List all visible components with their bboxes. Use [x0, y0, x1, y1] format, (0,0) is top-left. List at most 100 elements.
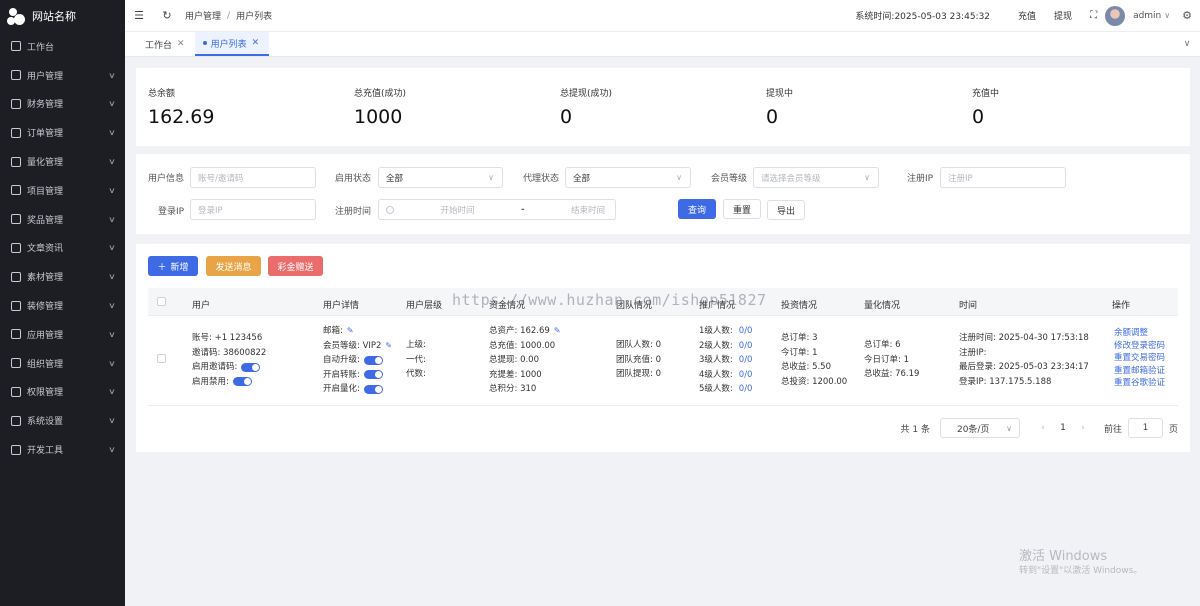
chevron-down-icon: ∨	[108, 387, 116, 397]
promo-level-value[interactable]: 0/0	[739, 324, 753, 339]
edit-icon[interactable]: ✎	[385, 339, 392, 354]
sidebar-item[interactable]: 用户管理 ∨	[0, 61, 125, 90]
withdraw-link[interactable]: 提现	[1054, 9, 1072, 22]
stat-value: 0	[766, 106, 779, 128]
chevron-down-icon: ∨	[864, 173, 870, 182]
team-withdraw: 团队提现: 0	[616, 369, 661, 379]
end-time-input[interactable]: 结束时间	[571, 204, 605, 216]
invite-toggle[interactable]	[241, 362, 261, 372]
logo[interactable]: 网站名称	[0, 0, 125, 32]
reg-ip-input[interactable]: 注册IP	[940, 167, 1066, 188]
next-page-icon[interactable]: ›	[1074, 423, 1092, 433]
edit-icon[interactable]: ✎	[347, 324, 354, 339]
adjust-balance-link[interactable]: 余额调整	[1114, 327, 1165, 340]
prev-page-icon[interactable]: ‹	[1034, 423, 1052, 433]
login-ip-input[interactable]: 登录IP	[190, 199, 316, 220]
page-number[interactable]: 1	[1052, 423, 1074, 433]
refresh-icon[interactable]: ↻	[153, 9, 181, 22]
last-login: 最后登录: 2025-05-03 23:34:17	[959, 362, 1089, 372]
tab-dashboard[interactable]: 工作台 ✕	[125, 32, 195, 56]
cell-time: 注册时间: 2025-04-30 17:53:18 注册IP: 最后登录: 20…	[959, 331, 1089, 389]
promo-level-value[interactable]: 0/0	[739, 368, 753, 383]
level-select[interactable]: 请选择会员等级 ∨	[753, 167, 879, 188]
image-icon	[11, 271, 21, 282]
auto-upgrade-toggle[interactable]	[363, 355, 383, 365]
promo-level-value[interactable]: 0/0	[739, 339, 753, 354]
settings-icon[interactable]: ⚙	[1182, 9, 1192, 22]
promo-level-value[interactable]: 0/0	[739, 353, 753, 368]
transfer-toggle[interactable]	[363, 370, 383, 380]
reset-trade-password-link[interactable]: 重置交易密码	[1114, 352, 1165, 365]
reset-google-verify-link[interactable]: 重置谷歌验证	[1114, 377, 1165, 390]
user-info-label: 用户信息	[148, 174, 185, 184]
lottery-gift-button[interactable]: 彩金赠送	[268, 256, 323, 276]
edit-icon[interactable]: ✎	[554, 324, 561, 339]
sidebar-item-label: 文章资讯	[27, 244, 64, 255]
sidebar-item[interactable]: 文章资讯 ∨	[0, 234, 125, 263]
sidebar-item[interactable]: 量化管理 ∨	[0, 147, 125, 176]
logo-icon	[7, 6, 27, 26]
reg-ip: 注册IP:	[959, 347, 987, 358]
chevron-down-icon: ∨	[1164, 11, 1171, 20]
sidebar-item[interactable]: 财务管理 ∨	[0, 90, 125, 119]
sidebar-item[interactable]: 装修管理 ∨	[0, 291, 125, 320]
cell-funds: 总资产: 162.69 ✎ 总充值: 1000.00 总提现: 0.00 充提差:…	[489, 324, 561, 397]
sidebar-item[interactable]: 应用管理 ∨	[0, 320, 125, 349]
row-checkbox[interactable]	[157, 354, 166, 363]
start-time-input[interactable]: 开始时间	[440, 204, 474, 216]
add-button[interactable]: ＋新增	[148, 256, 198, 276]
sidebar-item[interactable]: 工作台	[0, 32, 125, 61]
sidebar-item[interactable]: 项目管理 ∨	[0, 176, 125, 205]
agent-select[interactable]: 全部 ∨	[565, 167, 691, 188]
sidebar-item[interactable]: 组织管理 ∨	[0, 349, 125, 378]
chevron-down-icon: ∨	[108, 329, 116, 339]
close-icon[interactable]: ✕	[177, 39, 185, 49]
export-button[interactable]: 导出	[767, 200, 805, 220]
sidebar-item-label: 奖品管理	[27, 215, 64, 226]
funds-total-assets: 总资产: 162.69	[489, 326, 550, 336]
goto-page-input[interactable]: 1	[1127, 418, 1163, 438]
clock-icon	[386, 205, 394, 214]
chevron-down-icon: ∨	[108, 99, 116, 109]
th-user-detail: 用户详情	[323, 301, 360, 311]
stat-label: 充值中	[972, 89, 1000, 99]
enable-toggle[interactable]	[232, 377, 252, 387]
reset-email-verify-link[interactable]: 重置邮箱验证	[1114, 365, 1165, 378]
sidebar-item[interactable]: 奖品管理 ∨	[0, 205, 125, 234]
promo-level-row: 1级人数: 0/0	[699, 324, 752, 339]
quant-toggle[interactable]	[363, 384, 383, 394]
cell-quant: 总订单: 6 今日订单: 1 总收益: 76.19	[864, 338, 919, 382]
send-message-button[interactable]: 发送消息	[206, 256, 261, 276]
tab-user-list[interactable]: 用户列表 ✕	[194, 32, 270, 56]
select-all-checkbox[interactable]	[157, 297, 166, 306]
tabs-dropdown-icon[interactable]: ∨	[1174, 32, 1200, 56]
reset-button[interactable]: 重置	[723, 199, 761, 219]
user-menu[interactable]: admin ∨	[1133, 11, 1170, 21]
change-login-password-link[interactable]: 修改登录密码	[1114, 340, 1165, 353]
avatar[interactable]	[1105, 5, 1126, 26]
user-info-input[interactable]: 账号/邀请码	[190, 167, 316, 188]
sidebar-item[interactable]: 开发工具 ∨	[0, 435, 125, 464]
user-account: 账号: +1 123456	[192, 333, 263, 343]
page-size-select[interactable]: 20条/页 ∨	[939, 418, 1020, 438]
invite-toggle-label: 启用邀请码:	[192, 362, 238, 372]
monitor-icon	[11, 41, 21, 52]
sidebar-item[interactable]: 权限管理 ∨	[0, 378, 125, 407]
quant-total-profit: 总收益: 76.19	[864, 369, 920, 379]
promo-level-value[interactable]: 0/0	[739, 382, 753, 397]
reg-time-range[interactable]: 开始时间 - 结束时间	[378, 199, 616, 220]
lock-icon	[11, 386, 21, 397]
status-select[interactable]: 全部 ∨	[378, 167, 503, 188]
sidebar-item[interactable]: 系统设置 ∨	[0, 406, 125, 435]
menu-toggle-icon[interactable]: ☰	[125, 9, 153, 22]
sidebar-item[interactable]: 素材管理 ∨	[0, 262, 125, 291]
recharge-link[interactable]: 充值	[1018, 9, 1036, 22]
funds-total-withdraw: 总提现: 0.00	[489, 355, 539, 365]
fullscreen-icon[interactable]: ⛶	[1090, 10, 1097, 21]
quant-total-orders: 总订单: 6	[864, 340, 901, 350]
search-button[interactable]: 查询	[678, 199, 716, 219]
breadcrumb-item[interactable]: 用户管理	[185, 9, 221, 22]
sidebar-item[interactable]: 订单管理 ∨	[0, 118, 125, 147]
close-icon[interactable]: ✕	[252, 38, 260, 48]
chevron-down-icon: ∨	[488, 173, 494, 182]
